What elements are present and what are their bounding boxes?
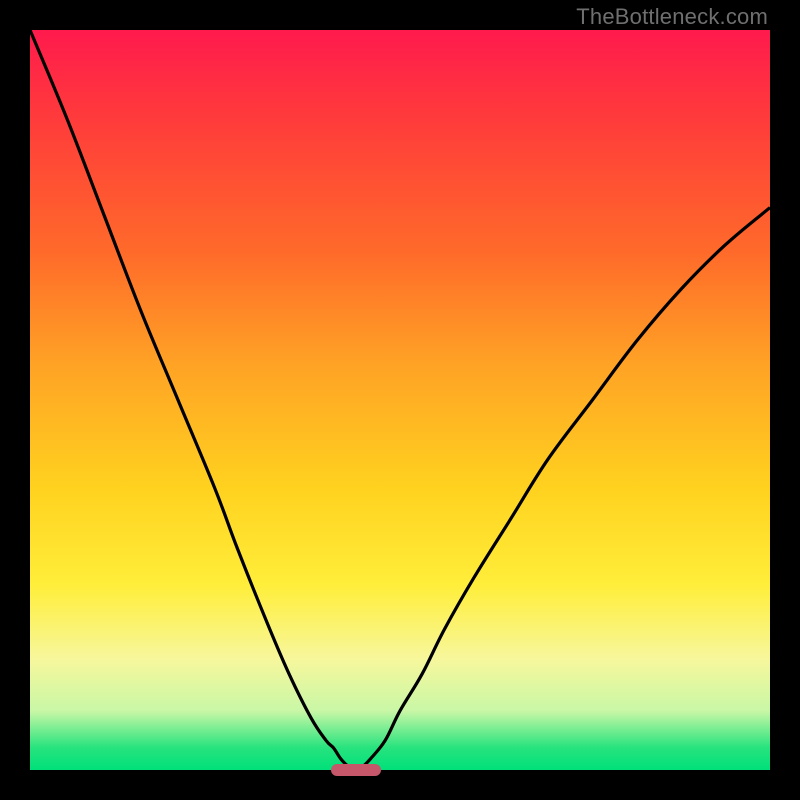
chart-frame: TheBottleneck.com (0, 0, 800, 800)
curve-layer (30, 30, 770, 770)
min-marker (331, 764, 381, 776)
right-curve-path (356, 208, 770, 770)
left-curve-path (30, 30, 356, 770)
plot-area (30, 30, 770, 770)
watermark-text: TheBottleneck.com (576, 4, 768, 30)
